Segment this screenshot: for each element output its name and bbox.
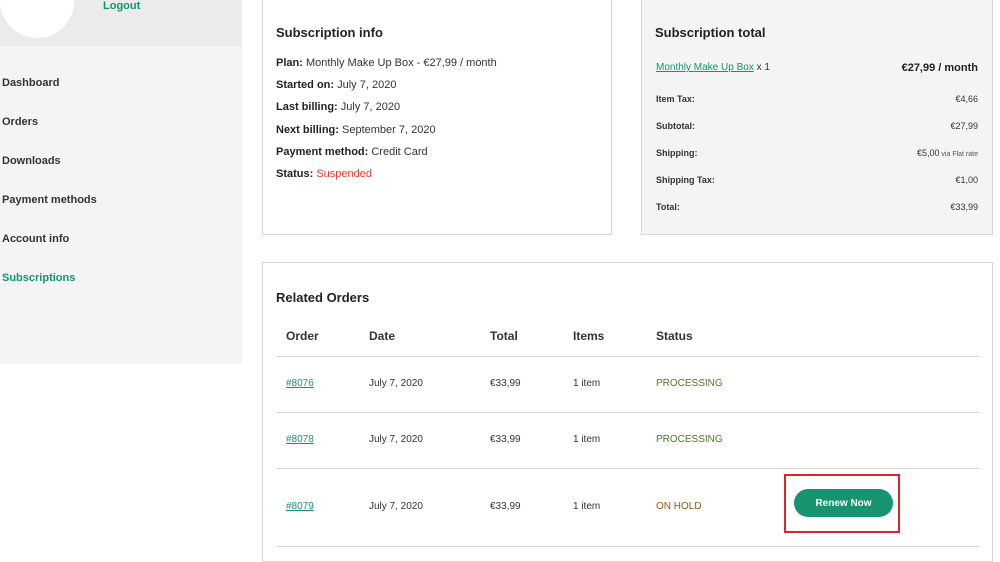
order-status: PROCESSING <box>656 434 723 445</box>
subtotal-label: Subtotal: <box>656 120 695 131</box>
column-header-status: Status <box>656 329 693 343</box>
order-date: July 7, 2020 <box>369 434 423 445</box>
related-orders-card: Related Orders Order Date Total Items St… <box>262 262 993 562</box>
order-total: €33,99 <box>490 501 521 512</box>
subscription-total-card: Subscription total Monthly Make Up Box x… <box>641 0 993 235</box>
table-divider <box>276 468 979 469</box>
order-date: July 7, 2020 <box>369 501 423 512</box>
payment-method-value: Credit Card <box>371 146 428 158</box>
table-divider <box>276 356 979 357</box>
subscription-info-title: Subscription info <box>276 25 383 40</box>
item-tax-value: €4,66 <box>955 93 978 104</box>
order-link[interactable]: #8079 <box>286 501 314 512</box>
order-link[interactable]: #8078 <box>286 434 314 445</box>
column-header-order: Order <box>286 329 319 343</box>
last-billing-label: Last billing: <box>276 101 338 113</box>
last-billing-value: July 7, 2020 <box>340 101 401 113</box>
account-nav: Dashboard Orders Downloads Payment metho… <box>0 64 242 298</box>
total-row: Total: €33,99 <box>656 193 978 220</box>
next-billing-row: Next billing: September 7, 2020 <box>276 124 436 136</box>
table-divider <box>276 412 979 413</box>
order-status: ON HOLD <box>656 501 702 512</box>
shipping-tax-row: Shipping Tax: €1,00 <box>656 166 978 193</box>
nav-item-payment-methods[interactable]: Payment methods <box>0 181 242 220</box>
order-items: 1 item <box>573 434 601 445</box>
shipping-tax-label: Shipping Tax: <box>656 174 715 185</box>
renew-now-button[interactable]: Renew Now <box>794 489 893 517</box>
started-value: July 7, 2020 <box>337 79 397 91</box>
shipping-value: €5,00 <box>916 147 940 158</box>
plan-value: Monthly Make Up Box - €27,99 / month <box>305 57 497 69</box>
subscription-total-title: Subscription total <box>655 25 766 40</box>
related-orders-title: Related Orders <box>276 290 370 305</box>
started-label: Started on: <box>276 79 335 91</box>
column-header-date: Date <box>369 329 396 343</box>
account-sidebar: Logout Dashboard Orders Downloads Paymen… <box>0 0 242 364</box>
order-items: 1 item <box>573 378 601 389</box>
next-billing-value: September 7, 2020 <box>342 124 436 136</box>
product-price: €27,99 / month <box>901 62 978 74</box>
payment-method-row: Payment method: Credit Card <box>276 146 428 158</box>
order-date: July 7, 2020 <box>369 378 423 389</box>
next-billing-label: Next billing: <box>276 124 339 136</box>
shipping-row: Shipping: €5,00 via Flat rate <box>656 139 978 166</box>
subtotal-row: Subtotal: €27,99 <box>656 112 978 139</box>
column-header-total: Total <box>490 329 518 343</box>
product-link[interactable]: Monthly Make Up Box <box>656 62 754 73</box>
nav-item-subscriptions[interactable]: Subscriptions <box>0 259 242 298</box>
nav-item-account-info[interactable]: Account info <box>0 220 242 259</box>
plan-row: Plan: Monthly Make Up Box - €27,99 / mon… <box>276 57 497 69</box>
avatar <box>0 0 74 38</box>
status-row: Status: Suspended <box>276 168 372 180</box>
plan-label: Plan: <box>276 57 303 69</box>
nav-item-dashboard[interactable]: Dashboard <box>0 64 242 103</box>
started-row: Started on: July 7, 2020 <box>276 79 396 91</box>
column-header-items: Items <box>573 329 605 343</box>
subscription-info-card: Subscription info Plan: Monthly Make Up … <box>262 0 612 235</box>
profile-header: Logout <box>0 0 242 46</box>
shipping-tax-value: €1,00 <box>955 174 978 185</box>
product-line: Monthly Make Up Box x 1 €27,99 / month <box>656 62 978 74</box>
nav-item-downloads[interactable]: Downloads <box>0 142 242 181</box>
last-billing-row: Last billing: July 7, 2020 <box>276 101 400 113</box>
nav-item-orders[interactable]: Orders <box>0 103 242 142</box>
order-status: PROCESSING <box>656 378 723 389</box>
status-label: Status: <box>276 168 314 180</box>
order-total: €33,99 <box>490 378 521 389</box>
item-tax-row: Item Tax: €4,66 <box>656 85 978 112</box>
total-label: Total: <box>656 201 680 212</box>
payment-method-label: Payment method: <box>276 146 369 158</box>
table-row-order: #8078 <box>286 434 314 445</box>
item-tax-label: Item Tax: <box>656 93 695 104</box>
total-value: €33,99 <box>950 201 978 212</box>
product-qty: x 1 <box>753 62 770 73</box>
table-row-order: #8079 <box>286 501 314 512</box>
order-items: 1 item <box>573 501 601 512</box>
table-row-order: #8076 <box>286 378 314 389</box>
shipping-note: via Flat rate <box>939 150 978 158</box>
order-link[interactable]: #8076 <box>286 378 314 389</box>
order-total: €33,99 <box>490 434 521 445</box>
table-divider <box>276 546 979 547</box>
logout-link[interactable]: Logout <box>103 0 140 12</box>
status-value: Suspended <box>316 168 373 180</box>
shipping-label: Shipping: <box>656 147 698 158</box>
subtotal-value: €27,99 <box>950 120 978 131</box>
